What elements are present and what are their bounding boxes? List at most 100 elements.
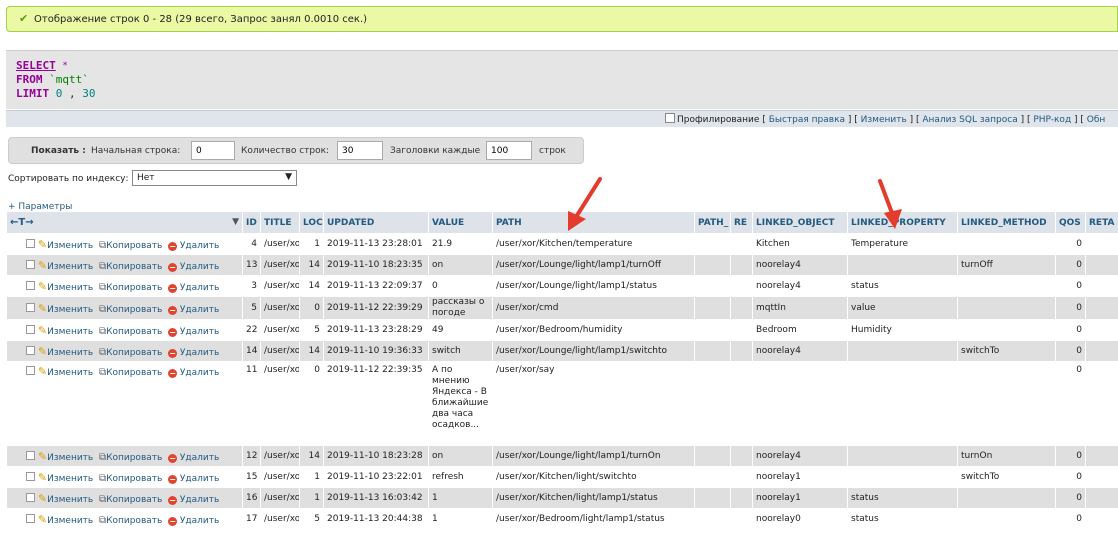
cell-updated[interactable]: 2019-11-13 20:44:38 [323,508,429,530]
edit-row-link[interactable]: Изменить [47,453,93,463]
cell-id[interactable]: 15 [242,466,261,488]
delete-row-link[interactable]: Удалить [180,516,219,526]
cell-qos[interactable]: 0 [1055,466,1086,488]
cell-path-2[interactable] [694,275,731,297]
cell-linked-object[interactable]: noorelay4 [752,340,848,362]
row-checkbox[interactable] [26,366,35,375]
column-header[interactable]: LOC [299,211,324,234]
cell-location[interactable]: 14 [299,254,324,276]
cell-re[interactable] [730,466,753,488]
cell-qos[interactable]: 0 [1055,254,1086,276]
cell-path-2[interactable] [694,340,731,362]
delete-icon[interactable]: − [168,305,178,315]
cell-value[interactable]: on [428,254,493,276]
cell-value[interactable]: switch [428,340,493,362]
cell-location[interactable]: 5 [299,508,324,530]
cell-id[interactable]: 12 [242,445,261,467]
column-header[interactable]: ID [242,211,261,234]
cell-title[interactable]: /user/xo [260,445,300,467]
cell-linked-property[interactable]: Humidity [847,319,958,341]
pencil-icon[interactable]: ✎ [38,365,47,378]
sql-select-keyword[interactable]: SELECT [16,59,56,72]
edit-row-link[interactable]: Изменить [47,474,93,484]
edit-query-link[interactable]: Изменить [861,115,907,125]
pencil-icon[interactable]: ✎ [38,302,47,315]
cell-path-2[interactable] [694,233,731,255]
cell-title[interactable]: /user/xo [260,233,300,255]
cell-linked-property[interactable] [847,254,958,276]
copy-row-link[interactable]: Копировать [106,474,162,484]
cell-updated[interactable]: 2019-11-10 18:23:35 [323,254,429,276]
cell-retain[interactable] [1085,361,1118,446]
row-checkbox[interactable] [26,324,35,334]
cell-linked-method[interactable]: turnOff [957,254,1056,276]
cell-linked-method[interactable] [957,508,1056,530]
delete-icon[interactable]: − [168,348,178,358]
cell-value[interactable]: on [428,445,493,467]
row-checkbox[interactable] [26,302,35,312]
cell-path-2[interactable] [694,508,731,530]
sort-triangle-icon[interactable]: ▼ [232,217,239,227]
delete-icon[interactable]: − [168,241,178,251]
cell-id[interactable]: 22 [242,319,261,341]
cell-re[interactable] [730,319,753,341]
cell-qos[interactable]: 0 [1055,445,1086,467]
row-checkbox[interactable] [26,259,35,269]
copy-row-link[interactable]: Копировать [106,305,162,315]
delete-icon[interactable]: − [168,453,178,463]
cell-title[interactable]: /user/xo [260,508,300,530]
cell-re[interactable] [730,340,753,362]
cell-linked-method[interactable] [957,233,1056,255]
column-header[interactable]: PATH_ [694,211,731,234]
edit-row-link[interactable]: Изменить [47,368,93,378]
edit-row-link[interactable]: Изменить [47,241,93,251]
cell-updated[interactable]: 2019-11-13 23:28:29 [323,319,429,341]
cell-updated[interactable]: 2019-11-13 22:09:37 [323,275,429,297]
cell-path-2[interactable] [694,254,731,276]
cell-id[interactable]: 3 [242,275,261,297]
edit-row-link[interactable]: Изменить [47,516,93,526]
cell-location[interactable]: 14 [299,275,324,297]
cell-linked-object[interactable]: mqttIn [752,296,848,320]
cell-re[interactable] [730,361,753,446]
delete-row-link[interactable]: Удалить [180,241,219,251]
cell-qos[interactable]: 0 [1055,319,1086,341]
delete-icon[interactable]: − [168,369,178,378]
cell-path-2[interactable] [694,466,731,488]
cell-retain[interactable] [1085,233,1118,255]
cell-linked-object[interactable]: noorelay4 [752,275,848,297]
cell-linked-method[interactable] [957,296,1056,320]
cell-retain[interactable] [1085,445,1118,467]
sort-index-select[interactable]: Нет ▼ [132,170,297,186]
cell-path-2[interactable] [694,361,731,446]
cell-qos[interactable]: 0 [1055,340,1086,362]
cell-title[interactable]: /user/xo [260,487,300,509]
resize-arrows-icon[interactable]: ←T→ [10,217,34,228]
cell-value[interactable]: рассказы о погоде [428,296,493,320]
cell-path[interactable]: /user/xor/Bedroom/light/lamp1/status [492,508,695,530]
cell-path-2[interactable] [694,487,731,509]
column-header[interactable]: LINKED_OBJECT [752,211,848,234]
cell-retain[interactable] [1085,296,1118,320]
pencil-icon[interactable]: ✎ [38,324,47,337]
column-header[interactable]: UPDATED [323,211,429,234]
cell-linked-object[interactable]: noorelay1 [752,466,848,488]
cell-value[interactable]: 1 [428,487,493,509]
cell-linked-method[interactable]: switchTo [957,466,1056,488]
copy-row-link[interactable]: Копировать [106,368,162,378]
column-header[interactable]: TITLE [260,211,300,234]
cell-linked-object[interactable] [752,361,848,446]
copy-row-link[interactable]: Копировать [106,516,162,526]
cell-location[interactable]: 14 [299,445,324,467]
cell-path-2[interactable] [694,445,731,467]
column-header[interactable]: VALUE [428,211,493,234]
cell-value[interactable]: refresh [428,466,493,488]
start-row-input[interactable] [191,141,235,160]
cell-retain[interactable] [1085,487,1118,509]
cell-linked-method[interactable]: turnOn [957,445,1056,467]
copy-row-link[interactable]: Копировать [106,283,162,293]
pencil-icon[interactable]: ✎ [38,345,47,358]
cell-re[interactable] [730,254,753,276]
delete-row-link[interactable]: Удалить [180,262,219,272]
cell-path[interactable]: /user/xor/Lounge/light/lamp1/turnOn [492,445,695,467]
